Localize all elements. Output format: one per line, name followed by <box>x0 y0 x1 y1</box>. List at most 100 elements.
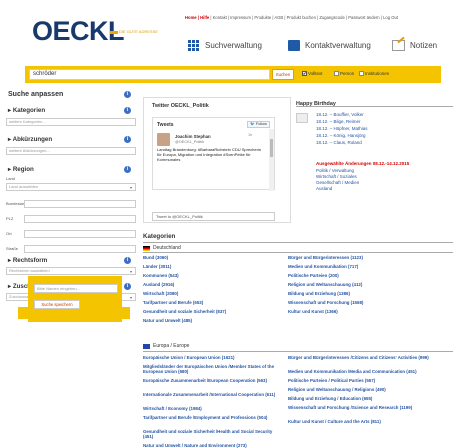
category-link[interactable]: Religion und Weltanschauung / Religions … <box>288 387 448 392</box>
nav-kontaktverwaltung[interactable]: Kontaktverwaltung <box>288 40 371 51</box>
search-button[interactable]: Suchen <box>272 69 294 80</box>
land-select[interactable]: Land auswählen ▾ <box>6 183 136 191</box>
category-link[interactable]: Natur und Umwelt (485) <box>143 318 283 323</box>
changes-link[interactable]: Ausland <box>316 186 332 191</box>
save-name-input[interactable]: Bitte Namen eingeben... <box>34 284 118 293</box>
info-icon[interactable]: i <box>124 136 131 143</box>
kategorien-toggle[interactable]: ▸ Kategorien <box>0 106 139 115</box>
abkuerzungen-input[interactable]: weitere Abkürzungen... <box>6 147 136 155</box>
changes-link[interactable]: Gesellschaft / Medien <box>316 180 359 185</box>
plz-label: PLZ <box>6 216 14 221</box>
category-link[interactable]: Kommunen (543) <box>143 273 283 278</box>
category-link[interactable]: Medien und Kommunikation (717) <box>288 264 448 269</box>
deutschland-label: Deutschland <box>153 245 181 251</box>
info-icon[interactable]: i <box>124 107 131 114</box>
category-link[interactable]: Bürger und Bürgerinteressen (1123) <box>288 255 448 260</box>
category-link[interactable]: Religion und Weltanschauung (412) <box>288 282 448 287</box>
changes-link[interactable]: Wirtschaft / Soziales <box>316 174 357 179</box>
avatar[interactable] <box>157 133 170 146</box>
category-link[interactable]: Politische Parteien (200) <box>288 273 448 278</box>
info-icon[interactable]: i <box>124 91 131 98</box>
eu-flag-icon <box>143 344 150 349</box>
category-link[interactable]: Europäische Zusammenarbeit /European Coo… <box>143 378 283 383</box>
land-label: Land <box>6 176 15 181</box>
birthday-item[interactable]: 18.12. – Claus, Roland <box>316 140 362 145</box>
category-link[interactable]: Europäische Union / European Union (1621… <box>143 355 283 360</box>
nav-passwort[interactable]: Passwort ändern <box>348 15 379 20</box>
info-icon[interactable]: i <box>124 166 131 173</box>
person-checkbox[interactable]: Person <box>334 71 354 76</box>
sidebar-title: Suche anpassen <box>8 91 64 98</box>
category-link[interactable]: Tarifpartner und Berufe /Employment and … <box>143 415 283 420</box>
category-link[interactable]: Kultur und Kunst (1366) <box>288 309 448 314</box>
category-link[interactable]: Medien und Kommunikation /Media and Comm… <box>288 369 448 374</box>
institutionen-checkbox[interactable]: Institutionen <box>359 71 389 76</box>
info-icon[interactable]: i <box>124 283 131 290</box>
tweet-to-button[interactable]: Tweet to @OECKL_Politik <box>152 212 275 221</box>
nav-impressum[interactable]: Impressum <box>230 15 251 20</box>
category-link[interactable]: Wirtschaft (2080) <box>143 291 283 296</box>
category-link[interactable]: Bund (3060) <box>143 255 283 260</box>
changes-link[interactable]: Politik / Verwaltung <box>316 168 354 173</box>
nav-produkte[interactable]: Produkte <box>254 15 271 20</box>
changes-title: Ausgewählte Änderungen 08.12.-14.12.2015 <box>316 161 410 166</box>
nav-agb[interactable]: AGB <box>274 15 283 20</box>
nav-produkt-buchen[interactable]: Produkt buchen <box>287 15 316 20</box>
category-link[interactable]: Ausland (2916) <box>143 282 283 287</box>
category-link[interactable]: Gesundheit und soziale Sicherheit /Healt… <box>143 429 283 439</box>
category-link[interactable]: Wissenschaft und Forschung (1568) <box>288 300 448 305</box>
nav-home[interactable]: Home <box>185 15 197 20</box>
plz-input[interactable] <box>24 215 136 223</box>
nav-suchverwaltung[interactable]: Suchverwaltung <box>188 40 262 51</box>
category-link[interactable]: Bildung und Erziehung / Education (655) <box>288 396 448 401</box>
birthday-item[interactable]: 18.12. – König, Hansjörg <box>316 133 366 138</box>
category-link[interactable]: Bildung und Erziehung (1386) <box>288 291 448 296</box>
strasse-input[interactable] <box>24 245 136 253</box>
category-link[interactable]: Mitgliedsländer der Europäischen Union /… <box>143 364 283 374</box>
nav-hilfe[interactable]: Hilfe <box>200 15 209 20</box>
nav-notizen[interactable]: Notizen <box>392 40 437 51</box>
birthday-item[interactable]: 18.12. – Höpfner, Mathias <box>316 126 368 131</box>
category-link[interactable]: Gesundheit und soziale Sicherheit (837) <box>143 309 283 314</box>
sidebar: Suche anpassen i ▸ Kategorien i weitere … <box>0 85 139 425</box>
kategorien-input[interactable]: weitere Kategorien... <box>6 118 136 126</box>
category-link[interactable]: Internationale Zusammenarbeit /Internati… <box>143 392 283 397</box>
kategorien-title: Kategorien <box>143 233 176 240</box>
nav-logout[interactable]: Log Out <box>383 15 398 20</box>
category-link[interactable]: Bürger und Bürgerinteressen /Citizens an… <box>288 355 448 360</box>
birthday-item[interactable]: 18.12. – Bilge, Reimer <box>316 119 361 124</box>
contact-card-icon <box>288 40 300 51</box>
rechtsform-select[interactable]: Rechtsform auswählen ▾ <box>6 267 136 275</box>
bundesland-input[interactable] <box>24 200 136 208</box>
save-search-button[interactable]: Suche speichern <box>34 300 80 309</box>
germany-flag-icon <box>143 246 150 251</box>
category-link[interactable]: Länder (3011) <box>143 264 283 269</box>
nav-zugangscode[interactable]: Zugangscode <box>319 15 344 20</box>
logo-accent <box>110 31 118 34</box>
category-link[interactable]: Natur und Umwelt / Nature and Environmen… <box>143 443 283 448</box>
tweet-handle[interactable]: @OECKL_Politik <box>175 140 204 144</box>
category-link[interactable]: Wirtschaft / Economy (1984) <box>143 406 283 411</box>
volltext-checkbox[interactable]: Volltext <box>302 71 323 76</box>
category-link[interactable]: Tarifpartner und Berufe (653) <box>143 300 283 305</box>
ort-input[interactable] <box>24 230 136 238</box>
scrollbar[interactable] <box>269 129 274 191</box>
region-toggle[interactable]: ▸ Region <box>0 165 139 174</box>
category-link[interactable]: Politische Parteien / Political Parties … <box>288 378 448 383</box>
nav-kontakt[interactable]: Kontakt <box>213 15 227 20</box>
rechtsform-toggle[interactable]: ▸ Rechtsform <box>0 256 139 265</box>
chevron-down-icon: ▾ <box>129 295 132 300</box>
info-icon[interactable]: i <box>124 257 131 264</box>
birthday-item[interactable]: 18.12. – Bouffier, Volker <box>316 112 364 117</box>
abkuerzungen-toggle[interactable]: ▸ Abkürzungen <box>0 135 139 144</box>
category-link[interactable]: Wissenschaft und Forschung /Science and … <box>288 405 448 410</box>
save-search-box: Bitte Namen eingeben... Suche speichern <box>28 276 122 322</box>
tweets-label: Tweets <box>157 122 174 128</box>
header: OECKL DIE GUTE ADRESSE Home | Hilfe | Ko… <box>0 0 464 62</box>
grid-icon <box>188 40 200 51</box>
nav-notizen-label: Notizen <box>410 41 438 50</box>
category-link[interactable]: Kultur und Kunst / Culture and the Arts … <box>288 419 448 424</box>
search-input[interactable]: schröder <box>29 69 270 80</box>
follow-button[interactable]: 🐦 Follow <box>247 121 270 128</box>
tweet-author[interactable]: Joachim Stephan <box>175 134 211 139</box>
